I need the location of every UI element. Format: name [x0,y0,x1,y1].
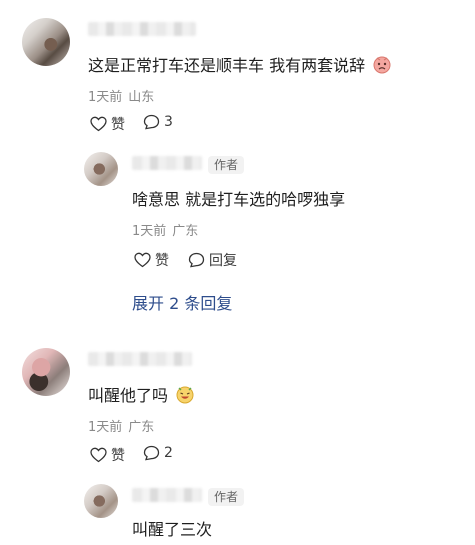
heart-icon [134,252,151,268]
commenter-avatar[interactable] [22,18,70,66]
heart-icon [90,447,107,463]
author-name-redacted[interactable] [132,156,202,170]
comment-meta: 1天前 山东 [88,86,154,105]
comment-bubble-icon [143,114,160,130]
reply-count: 2 [164,445,173,461]
author-badge: 作者 [208,156,245,174]
reply-button[interactable]: 回复 [188,250,237,270]
comment-meta: 1天前 广东 [88,416,154,435]
comment-body: 这是正常打车还是顺丰车 我有两套说辞 [88,56,366,75]
commenter-avatar[interactable] [22,348,70,396]
comment-location: 山东 [128,90,155,105]
comment-time: 1天前 [88,90,123,105]
like-button[interactable]: 赞 [90,445,125,465]
reply-text: 啥意思 就是打车选的哈啰独享 [132,190,346,209]
comment-location: 广东 [128,420,155,435]
reply-count-button[interactable]: 2 [143,445,173,461]
reply-text: 叫醒了三次 [132,520,213,539]
commenter-name-redacted[interactable] [88,352,192,366]
comment-bubble-icon [188,252,205,268]
author-avatar[interactable] [84,484,118,518]
like-label: 赞 [111,117,125,133]
reply-location: 广东 [172,224,199,239]
like-button[interactable]: 赞 [90,114,125,134]
author-avatar[interactable] [84,152,118,186]
like-label: 赞 [111,448,125,464]
author-badge: 作者 [208,488,245,506]
reply-count: 3 [164,114,173,130]
sad-face-emoji [372,54,392,78]
reply-like-button[interactable]: 赞 [134,250,169,270]
heart-icon [90,116,107,132]
expand-replies-link[interactable]: 展开 2 条回复 [132,290,232,314]
reply-meta: 1天前 广东 [132,220,198,239]
author-name-redacted[interactable] [132,488,202,502]
comment-time: 1天前 [88,420,123,435]
reply-count-button[interactable]: 3 [143,114,173,130]
reply-time: 1天前 [132,224,167,239]
like-label: 赞 [155,253,169,269]
reply-label: 回复 [209,253,237,269]
commenter-name-redacted[interactable] [88,22,196,36]
comment-body: 叫醒他了吗 [88,386,169,405]
laughing-face-emoji [175,384,195,408]
comment-text: 叫醒他了吗 [88,382,195,408]
comment-bubble-icon [143,445,160,461]
comment-text: 这是正常打车还是顺丰车 我有两套说辞 [88,52,392,78]
